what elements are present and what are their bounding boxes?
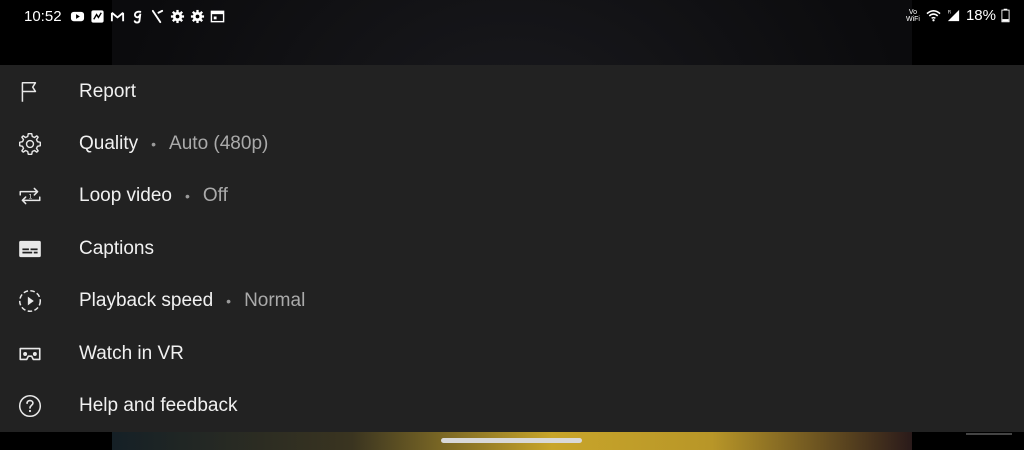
slash-icon [151, 9, 163, 24]
loop-video-label: Loop video [79, 185, 172, 206]
gear-icon [17, 131, 43, 157]
menu-item-captions[interactable]: Captions [0, 223, 1024, 275]
separator-dot: • [151, 136, 157, 152]
menu-item-label: Quality • Auto (480p) [79, 133, 268, 155]
menu-item-label: Help and feedback [79, 395, 237, 417]
volte-indicator: Vo WiFi [905, 9, 921, 23]
wifi-icon [926, 10, 941, 22]
playback-speed-value: Normal [244, 290, 306, 311]
loop-icon: 1 [17, 183, 43, 209]
quality-value: Auto (480p) [169, 133, 269, 154]
menu-item-label: Watch in VR [79, 343, 184, 365]
menu-item-label: Playback speed • Normal [79, 290, 305, 312]
menu-item-loop-video[interactable]: 1 Loop video • Off [0, 170, 1024, 222]
separator-dot: • [226, 293, 232, 309]
youtube-icon [70, 11, 84, 22]
volte-label-2: WiFi [905, 15, 920, 23]
gear-icon [170, 9, 184, 24]
video-options-sheet: Report Quality • Auto (480p) 1 Loop vide… [0, 65, 1024, 432]
help-and-feedback-label: Help and feedback [79, 395, 238, 416]
screen: 10:52 Vo WiFi R 18% Report Quality • Aut… [0, 0, 1024, 450]
svg-text:1: 1 [28, 193, 32, 201]
playback-speed-label: Playback speed [79, 290, 214, 311]
status-right: Vo WiFi R 18% [905, 7, 1010, 24]
watch-in-vr-label: Watch in VR [79, 343, 184, 364]
flag-icon [17, 79, 43, 105]
playback-speed-icon [17, 288, 43, 314]
video-scrubber-end [966, 433, 1012, 435]
status-bar: 10:52 Vo WiFi R 18% [0, 0, 1024, 34]
battery-percentage: 18% [965, 7, 996, 24]
status-left: 10:52 [24, 8, 225, 25]
separator-dot: • [184, 188, 190, 204]
menu-item-quality[interactable]: Quality • Auto (480p) [0, 118, 1024, 170]
menu-item-watch-in-vr[interactable]: Watch in VR [0, 328, 1024, 380]
app-icon [90, 10, 104, 23]
gmail-icon [110, 12, 124, 22]
menu-item-label: Report [79, 81, 136, 103]
volte-label-1: Vo [908, 8, 918, 16]
home-indicator[interactable] [441, 438, 582, 443]
menu-item-label: Loop video • Off [79, 185, 228, 207]
battery-icon [1001, 8, 1010, 23]
report-label: Report [79, 81, 137, 102]
cellular-signal-icon: R [947, 10, 960, 22]
menu-item-report[interactable]: Report [0, 66, 1024, 118]
menu-item-playback-speed[interactable]: Playback speed • Normal [0, 275, 1024, 327]
calendar-icon [210, 10, 224, 23]
captions-label: Captions [79, 238, 154, 259]
vr-headset-icon [17, 341, 43, 367]
loop-video-value: Off [202, 185, 228, 206]
help-icon [17, 393, 43, 419]
quality-label: Quality [79, 133, 139, 154]
captions-icon [17, 236, 43, 262]
gear-icon [190, 9, 204, 24]
svg-text:R: R [948, 10, 952, 16]
menu-item-label: Captions [79, 238, 154, 260]
g-icon [133, 10, 141, 24]
status-time: 10:52 [24, 8, 62, 25]
menu-item-help-and-feedback[interactable]: Help and feedback [0, 380, 1024, 432]
